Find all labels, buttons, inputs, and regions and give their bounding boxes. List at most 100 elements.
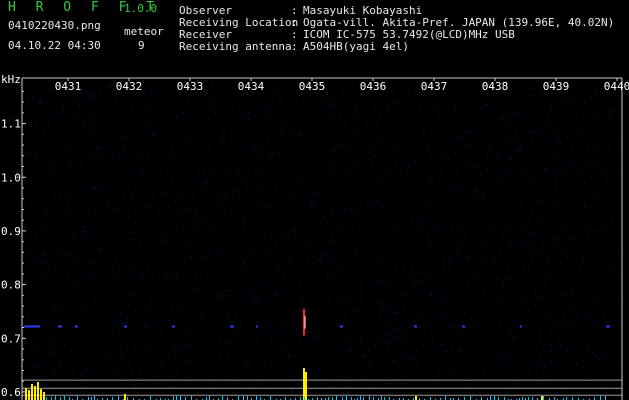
noise-pixel (169, 272, 170, 274)
noise-pixel (310, 202, 311, 204)
noise-pixel (357, 127, 359, 129)
noise-pixel (447, 233, 449, 235)
noise-pixel (216, 393, 218, 395)
noise-pixel (278, 143, 280, 145)
noise-pixel (176, 371, 178, 373)
noise-pixel (505, 336, 507, 338)
noise-pixel (354, 311, 356, 313)
noise-pixel (279, 208, 281, 210)
noise-pixel (284, 349, 286, 350)
x-tick-label: 0440 (604, 80, 629, 93)
noise-pixel (570, 237, 572, 239)
noise-pixel (159, 277, 160, 279)
noise-pixel (331, 114, 333, 116)
noise-pixel (444, 296, 446, 298)
noise-pixel (499, 322, 501, 324)
noise-pixel (425, 274, 427, 276)
noise-pixel (68, 372, 70, 374)
noise-pixel (244, 227, 246, 228)
power-bar (34, 386, 36, 400)
noise-pixel (88, 121, 90, 123)
noise-pixel (414, 93, 416, 95)
noise-pixel (548, 344, 550, 346)
power-bar-low (64, 396, 65, 400)
noise-pixel (209, 389, 211, 391)
noise-pixel (454, 325, 456, 327)
noise-pixel (478, 273, 480, 275)
noise-pixel (420, 104, 422, 106)
noise-pixel (89, 140, 91, 142)
noise-pixel (325, 254, 327, 256)
y-tick-label: 0.8 (1, 279, 21, 292)
noise-pixel (334, 363, 336, 365)
noise-pixel (133, 96, 135, 98)
noise-pixel (94, 187, 96, 189)
noise-pixel (487, 301, 489, 303)
noise-pixel (503, 181, 505, 183)
noise-pixel (550, 105, 552, 107)
noise-pixel (185, 360, 187, 362)
noise-pixel (518, 97, 519, 99)
noise-pixel (364, 134, 366, 136)
power-bar (28, 390, 30, 400)
noise-pixel (473, 393, 475, 395)
noise-pixel (70, 210, 72, 212)
noise-pixel (200, 319, 202, 321)
noise-pixel (583, 180, 585, 182)
noise-pixel (590, 179, 592, 181)
noise-pixel (534, 103, 536, 105)
noise-pixel (509, 99, 511, 101)
noise-pixel (81, 375, 83, 377)
noise-pixel (501, 338, 503, 340)
noise-pixel (310, 127, 312, 129)
noise-pixel (116, 278, 118, 280)
power-bar (303, 368, 305, 400)
noise-pixel (482, 195, 483, 197)
noise-pixel (535, 304, 537, 306)
noise-pixel (29, 90, 31, 92)
noise-pixel (207, 205, 209, 206)
noise-pixel (480, 107, 482, 109)
noise-pixel (153, 364, 155, 366)
power-bar (40, 389, 42, 400)
noise-pixel (326, 277, 328, 279)
noise-pixel (304, 342, 306, 344)
noise-pixel (561, 250, 563, 252)
noise-pixel (249, 366, 251, 368)
noise-pixel (207, 101, 209, 103)
noise-pixel (340, 344, 342, 346)
noise-pixel (282, 206, 284, 208)
noise-pixel (416, 350, 418, 352)
noise-pixel (578, 172, 579, 174)
noise-pixel (531, 248, 533, 250)
noise-pixel (473, 327, 475, 329)
noise-pixel (585, 163, 587, 164)
noise-pixel (502, 359, 504, 361)
noise-pixel (221, 295, 222, 297)
noise-pixel (425, 356, 427, 358)
noise-pixel (77, 102, 79, 104)
noise-pixel (586, 384, 588, 386)
noise-pixel (560, 344, 562, 346)
noise-pixel (417, 115, 419, 117)
noise-pixel (213, 229, 215, 231)
noise-pixel (135, 311, 137, 312)
noise-pixel (532, 210, 534, 212)
noise-pixel (604, 171, 606, 173)
noise-pixel (279, 175, 281, 177)
noise-pixel (546, 381, 548, 383)
power-bar (541, 396, 543, 400)
noise-pixel (73, 236, 75, 238)
noise-pixel (165, 357, 167, 359)
noise-pixel (503, 119, 504, 121)
noise-pixel (551, 360, 553, 362)
noise-pixel (512, 336, 514, 338)
noise-pixel (377, 282, 379, 284)
noise-pixel (154, 376, 156, 378)
noise-pixel (261, 294, 263, 296)
noise-pixel (394, 266, 396, 268)
noise-pixel (530, 373, 532, 375)
noise-pixel (526, 324, 528, 326)
noise-pixel (328, 384, 329, 386)
noise-pixel (323, 205, 325, 207)
